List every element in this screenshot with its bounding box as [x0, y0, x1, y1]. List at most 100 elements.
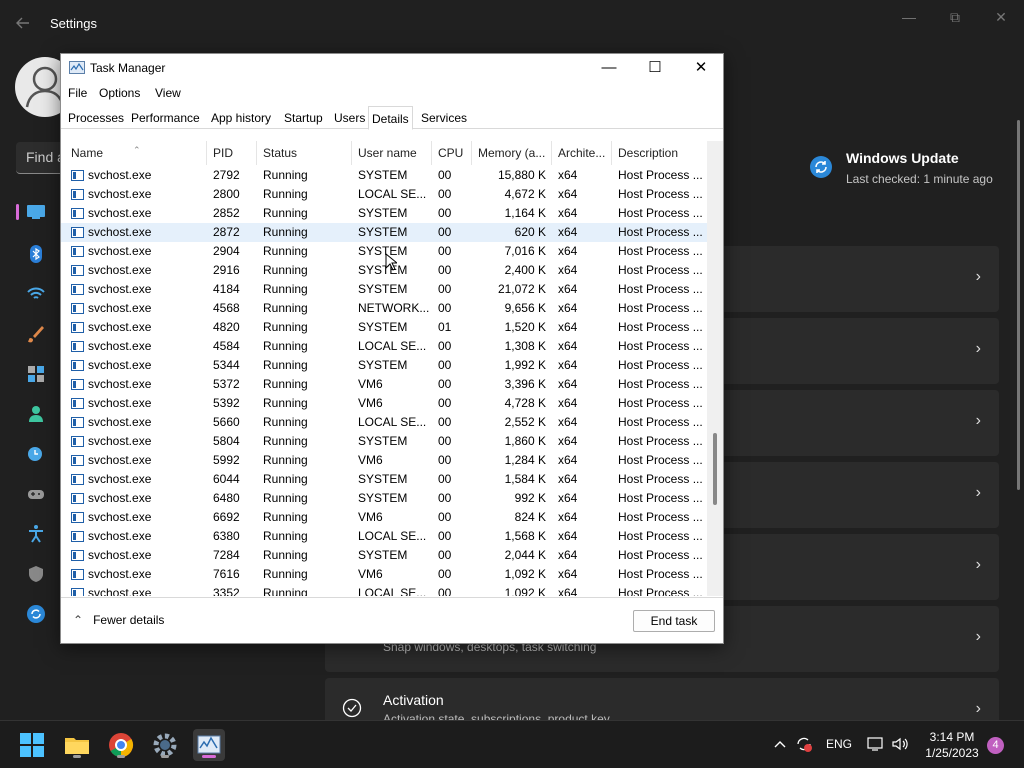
minimize-icon[interactable]: — — [886, 6, 932, 28]
table-row[interactable]: svchost.exe 2916 Running SYSTEM 00 2,400 Kx64… — [61, 261, 707, 280]
col-status[interactable]: Status — [257, 141, 352, 165]
network-icon[interactable] — [866, 735, 884, 756]
tab-processes[interactable]: Processes — [65, 108, 127, 129]
end-task-button[interactable]: End task — [633, 610, 715, 632]
close-icon[interactable]: ✕ — [978, 6, 1024, 28]
tab-details[interactable]: Details — [368, 106, 413, 130]
menu-file[interactable]: File — [68, 86, 87, 100]
gaming-icon[interactable] — [26, 484, 46, 504]
notification-badge[interactable]: 4 — [987, 737, 1004, 754]
cell-name: svchost.exe — [65, 508, 207, 527]
tm-minimize-icon[interactable]: — — [586, 54, 632, 82]
table-row[interactable]: svchost.exe 6480 Running SYSTEM 00 992 K x64 Ho… — [61, 489, 707, 508]
file-explorer-icon[interactable] — [61, 729, 93, 761]
table-row[interactable]: svchost.exe 7284 Running SYSTEM 00 2,044 K x64… — [61, 546, 707, 565]
process-icon — [71, 417, 84, 428]
cell-pid: 7284 — [213, 548, 240, 562]
sync-error-icon[interactable] — [795, 735, 813, 756]
table-row[interactable]: svchost.exe 5804 Running SYSTEM 00 1,860 K x64… — [61, 432, 707, 451]
cell-cpu: 00 — [438, 187, 452, 201]
table-row[interactable]: svchost.exe 5992 Running VM6 00 1,284 K x64 Hos… — [61, 451, 707, 470]
menu-view[interactable]: View — [155, 86, 181, 100]
process-icon — [71, 360, 84, 371]
personalization-icon[interactable] — [26, 324, 46, 344]
cell-description: Host Process ... — [618, 491, 703, 505]
language-indicator[interactable]: ENG — [826, 737, 852, 751]
cell-pid: 5392 — [213, 396, 240, 410]
apps-icon[interactable] — [26, 364, 46, 384]
wifi-icon[interactable] — [26, 284, 46, 304]
tab-services[interactable]: Services — [418, 108, 470, 129]
fewer-details-button[interactable]: ⌃ Fewer details — [73, 613, 164, 627]
table-row[interactable]: svchost.exe 4568 Running NETWORK... 00 9,656 … — [61, 299, 707, 318]
settings-scrollbar[interactable] — [1017, 120, 1020, 490]
task-manager-taskbar-icon[interactable] — [193, 729, 225, 761]
table-row[interactable]: svchost.exe 6380 Running LOCAL SE... 00 1,568… — [61, 527, 707, 546]
col-description[interactable]: Description — [612, 141, 707, 165]
table-row[interactable]: svchost.exe 4584 Running LOCAL SE... 00 1,308… — [61, 337, 707, 356]
tab-users[interactable]: Users — [331, 108, 368, 129]
table-row[interactable]: svchost.exe 5344 Running SYSTEM 00 1,992 K x64… — [61, 356, 707, 375]
process-name: svchost.exe — [88, 206, 152, 220]
bluetooth-icon[interactable] — [26, 244, 46, 264]
cell-memory: 1,308 K — [504, 339, 546, 353]
settings-gear-icon[interactable] — [149, 729, 181, 761]
chevron-up-tray-icon[interactable] — [773, 737, 787, 754]
col-name[interactable]: Name ⌃ — [65, 141, 207, 165]
table-row[interactable]: svchost.exe 6044 Running SYSTEM 00 1,584 K x64… — [61, 470, 707, 489]
table-row[interactable]: svchost.exe 2792 Running SYSTEM 00 15,880 K x6… — [61, 166, 707, 185]
table-row[interactable]: svchost.exe 5372 Running VM6 00 3,396 K x64 Hos… — [61, 375, 707, 394]
cell-memory: 3,396 K — [504, 377, 546, 391]
accounts-icon[interactable] — [26, 404, 46, 424]
back-arrow-icon[interactable] — [14, 14, 34, 34]
cell-architecture: x64 — [558, 548, 578, 562]
table-row[interactable]: svchost.exe 6692 Running VM6 00 824 K x64 Host … — [61, 508, 707, 527]
table-row[interactable]: svchost.exe 2872 Running SYSTEM 00 620 K x64 Ho… — [61, 223, 707, 242]
accessibility-icon[interactable] — [26, 524, 46, 544]
chrome-icon[interactable] — [105, 729, 137, 761]
cell-memory: 21,072 K — [497, 282, 546, 296]
volume-icon[interactable] — [891, 735, 909, 756]
col-pid[interactable]: PID — [207, 141, 257, 165]
table-row[interactable]: svchost.exe 4820 Running SYSTEM 01 1,520 K x64… — [61, 318, 707, 337]
windows-update-nav-icon[interactable] — [26, 604, 46, 624]
table-row[interactable]: svchost.exe 5660 Running LOCAL SE... 00 2,552… — [61, 413, 707, 432]
time-language-icon[interactable] — [26, 444, 46, 464]
col-architecture[interactable]: Archite... — [552, 141, 612, 165]
task-manager-titlebar[interactable]: Task Manager — ☐ ✕ — [61, 54, 723, 82]
clock-time: 3:14 PM — [929, 730, 975, 744]
tm-close-icon[interactable]: ✕ — [678, 54, 724, 82]
cell-memory: 7,016 K — [504, 244, 546, 258]
table-row[interactable]: svchost.exe 2800 Running LOCAL SE... 00 4,672… — [61, 185, 707, 204]
grid-scrollbar[interactable] — [707, 141, 723, 596]
restore-icon[interactable]: ⧉ — [932, 6, 978, 28]
table-row[interactable]: svchost.exe 2852 Running SYSTEM 00 1,164 K x64… — [61, 204, 707, 223]
start-button[interactable] — [16, 729, 48, 761]
cell-username: VM6 — [358, 377, 383, 391]
table-row[interactable]: svchost.exe 3352 Running LOCAL SE... 00 1,092… — [61, 584, 707, 596]
tab-startup[interactable]: Startup — [281, 108, 326, 129]
cell-cpu: 00 — [438, 548, 452, 562]
col-cpu[interactable]: CPU — [432, 141, 472, 165]
table-row[interactable]: svchost.exe 2904 Running SYSTEM 00 7,016 Kx64… — [61, 242, 707, 261]
tab-performance[interactable]: Performance — [128, 108, 203, 129]
col-username[interactable]: User name — [352, 141, 432, 165]
cell-cpu: 00 — [438, 453, 452, 467]
process-name: svchost.exe — [88, 187, 152, 201]
table-row[interactable]: svchost.exe 4184 Running SYSTEM 00 21,072 K x6… — [61, 280, 707, 299]
table-row[interactable]: svchost.exe 5392 Running VM6 00 4,728 K x64 Hos… — [61, 394, 707, 413]
system-icon[interactable] — [26, 204, 46, 224]
clock[interactable]: 3:14 PM 1/25/2023 — [922, 729, 982, 761]
cell-username: LOCAL SE... — [358, 415, 427, 429]
table-row[interactable]: svchost.exe 7616 Running VM6 00 1,092 K x64 Hos… — [61, 565, 707, 584]
privacy-shield-icon[interactable] — [26, 564, 46, 584]
running-indicator — [161, 755, 169, 758]
cell-username: SYSTEM — [358, 358, 408, 372]
nav-selection-indicator — [16, 204, 19, 220]
tm-maximize-icon[interactable]: ☐ — [632, 54, 678, 82]
menu-options[interactable]: Options — [99, 86, 140, 100]
tab-app-history[interactable]: App history — [208, 108, 274, 129]
scrollbar-thumb[interactable] — [713, 433, 717, 505]
col-memory[interactable]: Memory (a... — [472, 141, 552, 165]
cell-architecture: x64 — [558, 567, 578, 581]
